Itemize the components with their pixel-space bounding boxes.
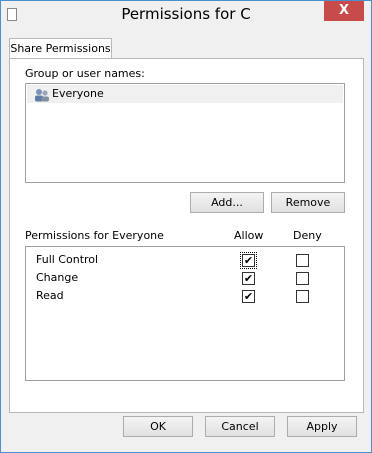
allow-full-control-checkbox[interactable] bbox=[240, 252, 257, 269]
list-item-label: Everyone bbox=[52, 87, 104, 100]
deny-column-header: Deny bbox=[293, 229, 322, 242]
allow-read-checkbox[interactable] bbox=[242, 290, 255, 303]
close-button[interactable]: X bbox=[324, 1, 364, 21]
remove-button[interactable]: Remove bbox=[271, 192, 345, 213]
permission-label: Full Control bbox=[36, 253, 99, 266]
users-icon bbox=[35, 89, 49, 102]
deny-read-checkbox[interactable] bbox=[296, 290, 309, 303]
share-permissions-panel: Group or user names: Everyone Add... Rem… bbox=[9, 58, 364, 413]
permission-row-read: Read bbox=[26, 288, 344, 305]
permission-row-full-control: Full Control bbox=[26, 252, 344, 269]
apply-button[interactable]: Apply bbox=[287, 416, 357, 437]
permission-label: Read bbox=[36, 289, 64, 302]
permissions-list: Full Control Change Read bbox=[25, 246, 345, 381]
permissions-header: Permissions for Everyone bbox=[25, 229, 164, 242]
group-names-label: Group or user names: bbox=[25, 67, 145, 80]
allow-change-checkbox[interactable] bbox=[242, 272, 255, 285]
deny-change-checkbox[interactable] bbox=[296, 272, 309, 285]
group-user-list[interactable]: Everyone bbox=[25, 83, 345, 183]
list-item[interactable]: Everyone bbox=[27, 85, 343, 103]
permission-label: Change bbox=[36, 271, 79, 284]
title-bar[interactable]: Permissions for C X bbox=[1, 1, 371, 30]
permissions-dialog: Permissions for C X Share Permissions Gr… bbox=[0, 0, 372, 453]
tab-share-permissions[interactable]: Share Permissions bbox=[9, 38, 112, 59]
ok-button[interactable]: OK bbox=[123, 416, 193, 437]
tab-bar: Share Permissions bbox=[9, 38, 364, 59]
allow-column-header: Allow bbox=[234, 229, 264, 242]
permission-row-change: Change bbox=[26, 270, 344, 287]
add-button[interactable]: Add... bbox=[190, 192, 264, 213]
cancel-button[interactable]: Cancel bbox=[205, 416, 275, 437]
window-title: Permissions for C bbox=[121, 5, 251, 23]
deny-full-control-checkbox[interactable] bbox=[296, 254, 309, 267]
